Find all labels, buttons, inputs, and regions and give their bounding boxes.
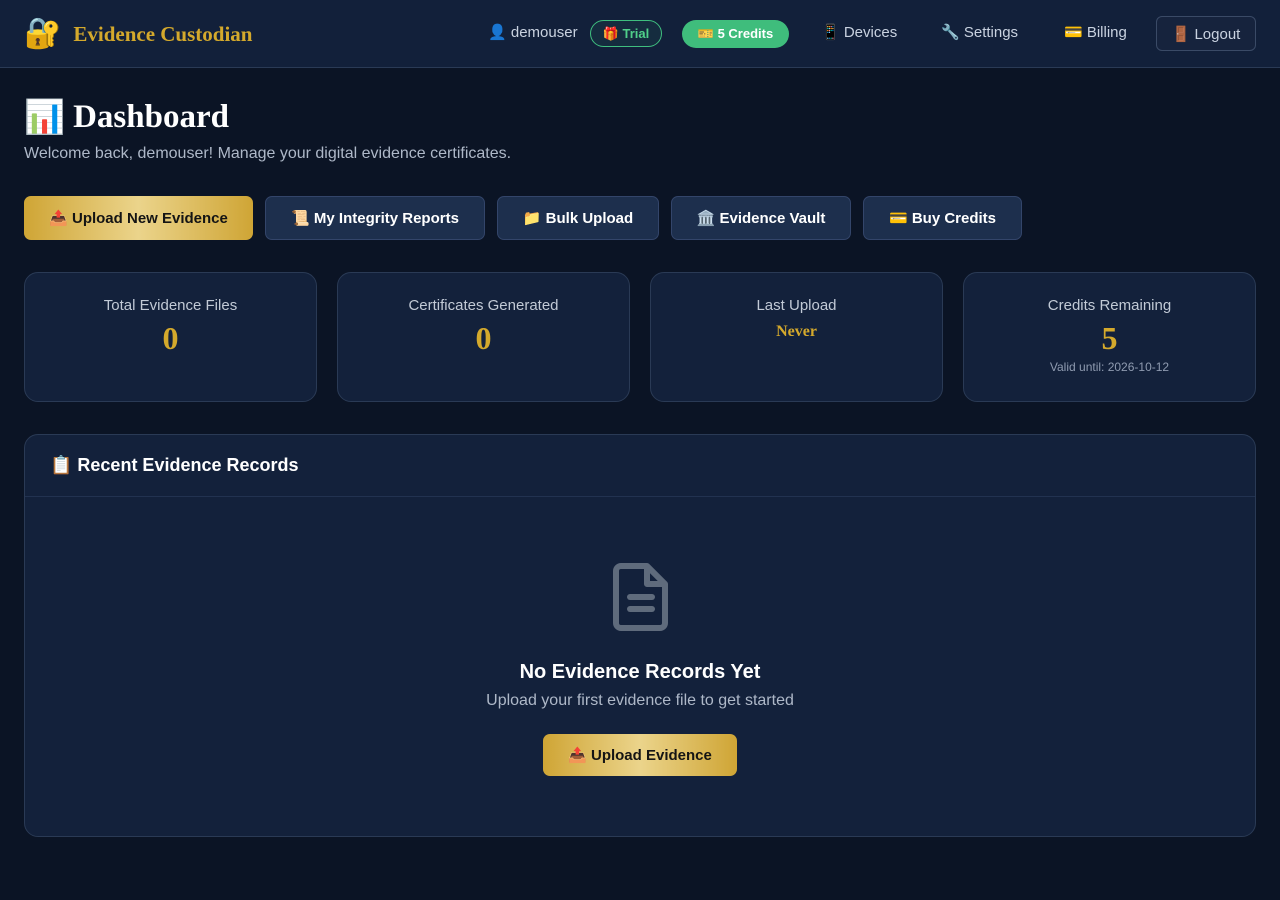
upload-evidence-button[interactable]: 📤 Upload Evidence: [543, 734, 737, 776]
user-menu[interactable]: 👤 demouser: [488, 23, 578, 41]
top-navbar: 🔐 Evidence Custodian 👤 demouser 🎁 Trial …: [0, 0, 1280, 68]
stat-card-credits: Credits Remaining 5 Valid until: 2026-10…: [963, 272, 1256, 402]
panel-title: 📋 Recent Evidence Records: [25, 435, 1255, 497]
trial-badge: 🎁 Trial: [590, 20, 662, 47]
empty-state-subtitle: Upload your first evidence file to get s…: [486, 692, 794, 709]
username: demouser: [510, 24, 578, 41]
stat-value: 0: [475, 320, 492, 356]
evidence-vault-button[interactable]: 🏛️ Evidence Vault: [671, 196, 851, 240]
stat-label: Certificates Generated: [408, 297, 559, 314]
stat-label: Credits Remaining: [1047, 297, 1172, 314]
empty-state-title: No Evidence Records Yet: [519, 661, 761, 683]
document-icon: [613, 563, 668, 631]
lock-icon: 🔐: [24, 17, 62, 50]
page-title: 📊 Dashboard: [24, 98, 229, 137]
nav-billing[interactable]: 💳 Billing: [1064, 23, 1127, 41]
stat-card-total-files: Total Evidence Files 0: [24, 272, 317, 402]
stat-label: Total Evidence Files: [103, 297, 238, 314]
stat-card-certificates: Certificates Generated 0: [337, 272, 630, 402]
logout-button[interactable]: 🚪 Logout: [1156, 16, 1256, 51]
recent-records-panel: 📋 Recent Evidence Records No Evidence Re…: [24, 434, 1256, 837]
brand[interactable]: 🔐 Evidence Custodian: [24, 16, 252, 52]
stat-value: 5: [1101, 320, 1118, 356]
page-subtitle: Welcome back, demouser! Manage your digi…: [24, 145, 512, 162]
stat-value: 0: [162, 320, 179, 356]
integrity-reports-button[interactable]: 📜 My Integrity Reports: [265, 196, 485, 240]
user-icon: 👤: [488, 24, 507, 41]
bulk-upload-button[interactable]: 📁 Bulk Upload: [497, 196, 659, 240]
nav-settings[interactable]: 🔧 Settings: [941, 23, 1018, 41]
stat-card-last-upload: Last Upload Never: [650, 272, 943, 402]
brand-title: Evidence Custodian: [73, 21, 253, 46]
bar-chart-icon: 📊: [24, 100, 66, 136]
credits-valid-until: Valid until: 2026-10-12: [1049, 360, 1170, 374]
page-title-text: Dashboard: [73, 99, 229, 135]
stat-value: Never: [776, 323, 817, 340]
credits-badge[interactable]: 🎫 5 Credits: [682, 20, 789, 48]
buy-credits-button[interactable]: 💳 Buy Credits: [863, 196, 1022, 240]
upload-new-evidence-button[interactable]: 📤 Upload New Evidence: [24, 196, 253, 240]
stat-label: Last Upload: [756, 297, 837, 314]
nav-devices[interactable]: 📱 Devices: [821, 23, 897, 41]
